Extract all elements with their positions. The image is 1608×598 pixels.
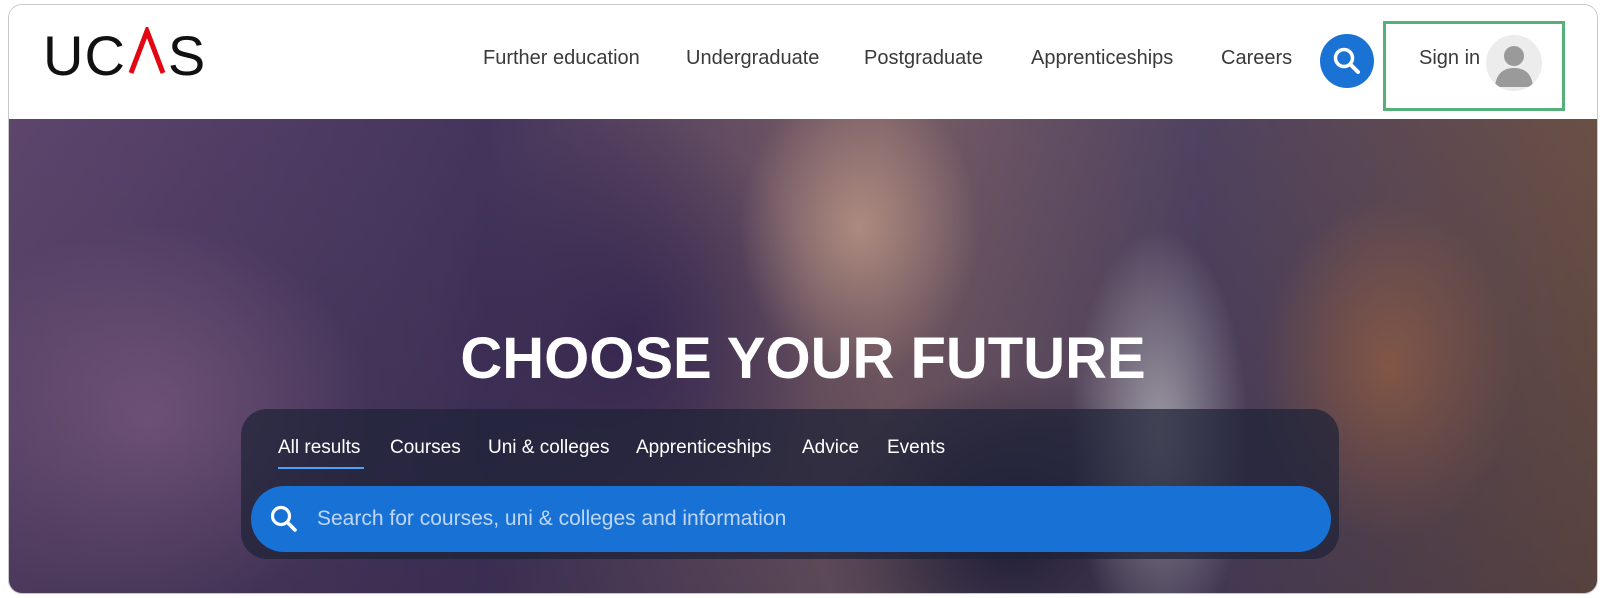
sign-in-link[interactable]: Sign in [1419,47,1480,70]
logo-lambda-mark [127,27,167,75]
search-icon [1333,47,1360,74]
tab-all-results[interactable]: All results [278,437,360,459]
hero-title: CHOOSE YOUR FUTURE [460,326,1146,391]
active-tab-indicator [278,467,364,469]
hero-banner: CHOOSE YOUR FUTURE All results Courses U… [9,119,1597,593]
tab-advice[interactable]: Advice [802,437,859,459]
tab-apprenticeships[interactable]: Apprenticeships [636,437,771,459]
search-panel: All results Courses Uni & colleges Appre… [241,409,1339,559]
browser-frame: UC S Further education Undergraduate Pos… [8,4,1598,594]
nav-further-education[interactable]: Further education [483,47,640,70]
search-input[interactable] [317,500,1297,538]
tab-courses[interactable]: Courses [390,437,461,459]
ucas-logo[interactable]: UC S [43,27,206,84]
nav-careers[interactable]: Careers [1221,47,1292,70]
tab-uni-colleges[interactable]: Uni & colleges [488,437,609,459]
tab-events[interactable]: Events [887,437,945,459]
logo-letters-right: S [167,24,207,87]
nav-undergraduate[interactable]: Undergraduate [686,47,819,70]
header-search-button[interactable] [1320,34,1374,88]
search-icon [270,505,297,532]
site-header: UC S Further education Undergraduate Pos… [9,5,1597,119]
nav-postgraduate[interactable]: Postgraduate [864,47,983,70]
main-search-bar[interactable] [251,486,1331,552]
user-avatar-icon[interactable] [1486,35,1542,91]
person-silhouette-icon [1495,46,1533,87]
logo-letters-left: UC [43,24,126,87]
nav-apprenticeships[interactable]: Apprenticeships [1031,47,1173,70]
